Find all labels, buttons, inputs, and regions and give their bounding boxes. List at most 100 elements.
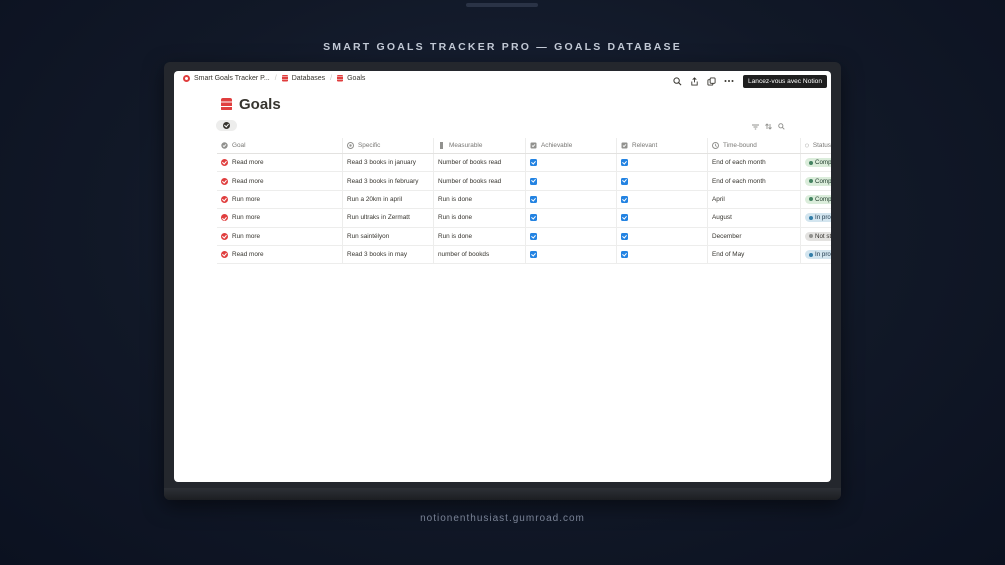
time-bound-cell[interactable]: End of each month	[708, 154, 801, 172]
relevant-checkbox[interactable]	[621, 214, 628, 222]
specific-text: Run a 20km in april	[347, 195, 403, 203]
table-row[interactable]: Read more Read 3 books in february Numbe…	[217, 172, 831, 191]
column-header-measurable[interactable]: Measurable	[434, 138, 526, 153]
status-cell[interactable]: Comp	[801, 172, 831, 189]
time-bound-cell[interactable]: End of May	[708, 245, 801, 264]
specific-cell[interactable]: Read 3 books in january	[343, 154, 434, 172]
column-header-specific[interactable]: Specific	[343, 138, 434, 153]
status-cell[interactable]: In prog	[801, 209, 831, 226]
column-label: Status	[812, 142, 831, 149]
measurable-text: Run is done	[438, 214, 473, 222]
checkbox-icon	[621, 142, 628, 149]
relevant-checkbox[interactable]	[621, 159, 628, 167]
breadcrumb-item-goals[interactable]: Goals	[337, 75, 365, 82]
achievable-checkbox[interactable]	[530, 251, 537, 259]
duplicate-icon[interactable]	[705, 74, 719, 88]
goal-cell[interactable]: Read more	[217, 172, 343, 190]
more-icon[interactable]	[722, 74, 736, 88]
table-row[interactable]: Run more Run ultraks in Zermatt Run is d…	[217, 209, 831, 228]
status-cell[interactable]: Not st	[801, 228, 831, 245]
measurable-cell[interactable]: Number of books read	[434, 172, 526, 190]
specific-cell[interactable]: Read 3 books in february	[343, 172, 434, 190]
achievable-checkbox[interactable]	[530, 195, 537, 203]
specific-cell[interactable]: Run saintélyon	[343, 227, 434, 245]
achievable-checkbox[interactable]	[530, 214, 537, 222]
status-cell[interactable]: In prog	[801, 246, 831, 263]
specific-cell[interactable]: Read 3 books in may	[343, 245, 434, 264]
status-label: Comp	[815, 159, 831, 167]
achievable-cell	[526, 245, 617, 264]
time-bound-cell[interactable]: End of each month	[708, 172, 801, 190]
time-bound-cell[interactable]: December	[708, 227, 801, 245]
laptop-base	[164, 488, 841, 500]
column-label: Relevant	[632, 142, 658, 149]
relevant-checkbox[interactable]	[621, 232, 628, 240]
sort-icon[interactable]	[764, 122, 773, 131]
view-tab[interactable]	[216, 120, 237, 131]
goal-cell[interactable]: Run more	[217, 209, 343, 227]
column-header-time-bound[interactable]: Time-bound	[708, 138, 801, 153]
status-dot	[809, 197, 813, 202]
column-label: Specific	[358, 142, 381, 149]
column-label: Achievable	[541, 142, 573, 149]
relevant-checkbox[interactable]	[621, 251, 628, 259]
goal-cell[interactable]: Read more	[217, 154, 343, 172]
share-icon[interactable]	[688, 74, 702, 88]
breadcrumb-item-workspace[interactable]: Smart Goals Tracker P...	[183, 75, 270, 82]
time-bound-text: April	[712, 195, 725, 203]
breadcrumb-item-databases[interactable]: Databases	[281, 75, 325, 82]
status-cell[interactable]: Comp	[801, 154, 831, 171]
breadcrumb-separator: /	[330, 75, 333, 82]
target-icon	[347, 142, 354, 149]
achievable-checkbox[interactable]	[530, 177, 537, 185]
specific-text: Run saintélyon	[347, 232, 390, 240]
time-bound-cell[interactable]: August	[708, 209, 801, 227]
time-bound-cell[interactable]: April	[708, 190, 801, 209]
specific-cell[interactable]: Run a 20km in april	[343, 190, 434, 209]
achievable-checkbox[interactable]	[530, 159, 537, 167]
filter-icon[interactable]	[751, 122, 760, 131]
column-header-relevant[interactable]: Relevant	[617, 138, 708, 153]
goal-cell[interactable]: Run more	[217, 190, 343, 209]
goal-cell[interactable]: Run more	[217, 227, 343, 245]
relevant-checkbox[interactable]	[621, 177, 628, 185]
column-header-status[interactable]: Status	[801, 138, 831, 153]
check-circle-icon	[221, 177, 228, 185]
get-started-button[interactable]: Lancez-vous avec Notion	[742, 74, 827, 88]
database-icon	[221, 98, 232, 111]
checkbox-icon	[530, 142, 537, 149]
specific-text: Read 3 books in february	[347, 177, 419, 185]
goal-cell[interactable]: Read more	[217, 245, 343, 264]
relevant-cell	[617, 172, 708, 190]
measurable-cell[interactable]: Run is done	[434, 227, 526, 245]
breadcrumb-label: Goals	[347, 75, 366, 82]
relevant-checkbox[interactable]	[621, 195, 628, 203]
specific-cell[interactable]: Run ultraks in Zermatt	[343, 209, 434, 227]
measurable-cell[interactable]: Number of books read	[434, 154, 526, 172]
measurable-cell[interactable]: Run is done	[434, 209, 526, 227]
status-badge: Comp	[805, 194, 831, 204]
time-bound-text: August	[712, 214, 732, 222]
status-dot	[809, 179, 813, 184]
status-dot	[809, 215, 813, 220]
measurable-cell[interactable]: number of bookds	[434, 245, 526, 264]
goal-title: Read more	[232, 251, 264, 259]
achievable-checkbox[interactable]	[530, 232, 537, 240]
achievable-cell	[526, 172, 617, 190]
table-row[interactable]: Run more Run saintélyon Run is done Dece…	[217, 227, 831, 246]
status-dot	[809, 160, 813, 165]
table-row[interactable]: Read more Read 3 books in may number of …	[217, 245, 831, 265]
table-row[interactable]: Run more Run a 20km in april Run is done…	[217, 190, 831, 210]
goals-table: Goal Specific Measurable Achievable Rele…	[217, 138, 831, 265]
measurable-cell[interactable]: Run is done	[434, 190, 526, 209]
column-label: Measurable	[449, 142, 483, 149]
search-icon[interactable]	[671, 74, 685, 88]
relevant-cell	[617, 190, 708, 209]
search-icon[interactable]	[777, 122, 786, 131]
column-header-goal[interactable]: Goal	[217, 138, 343, 153]
check-circle-icon	[221, 214, 228, 222]
column-header-achievable[interactable]: Achievable	[526, 138, 617, 153]
status-cell[interactable]: Comp	[801, 191, 831, 208]
specific-text: Read 3 books in may	[347, 251, 408, 259]
table-row[interactable]: Read more Read 3 books in january Number…	[217, 154, 831, 173]
